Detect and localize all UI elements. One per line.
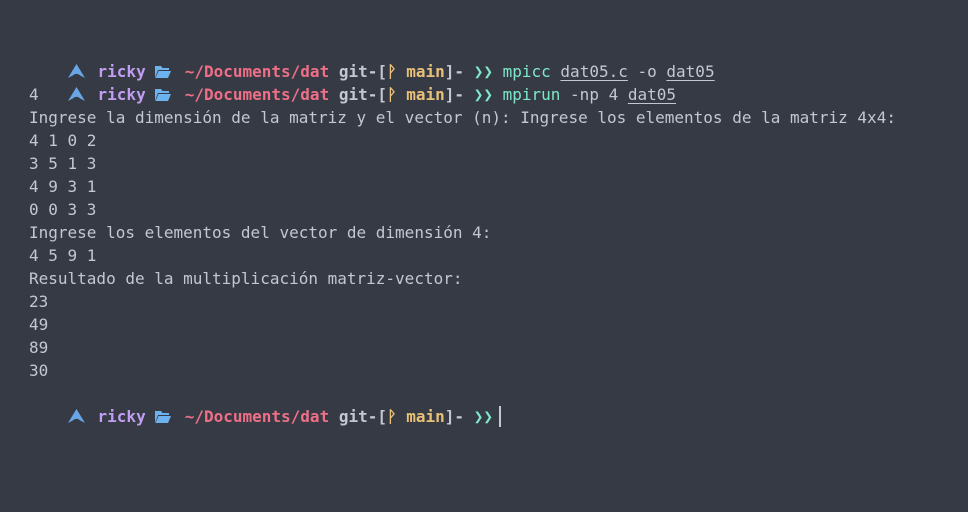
arch-linux-icon xyxy=(67,409,85,423)
git-branch-icon: ᚹ xyxy=(387,407,397,426)
command-arg: dat05 xyxy=(666,62,715,81)
prompt-chevron: ❯❯ xyxy=(473,62,493,81)
prompt-chevron: ❯❯ xyxy=(473,85,493,104)
output-line: Ingrese los elementos del vector de dime… xyxy=(29,223,492,242)
text-cursor[interactable] xyxy=(498,406,501,427)
command-arg: 4 xyxy=(608,85,619,104)
command-program: mpirun xyxy=(502,85,561,104)
git-prefix: git-[ xyxy=(338,62,388,81)
output-line: 0 0 3 3 xyxy=(29,200,97,219)
output-line: 3 5 1 3 xyxy=(29,154,97,173)
output-line: 49 xyxy=(29,315,49,334)
git-suffix: ]- xyxy=(444,62,465,81)
output-line: 4 1 0 2 xyxy=(29,131,97,150)
folder-open-icon xyxy=(154,411,171,423)
output-line: 30 xyxy=(29,361,49,380)
prompt-user: ricky xyxy=(97,407,146,426)
output-line: 4 5 9 1 xyxy=(29,246,97,265)
prompt-user: ricky xyxy=(97,85,146,104)
prompt-path: ~/Documents/dat xyxy=(184,407,330,426)
output-line: 23 xyxy=(29,292,49,311)
prompt-line: ricky ~/Documents/dat git-[ᚹ main]- ❯❯ m… xyxy=(29,37,968,81)
git-branch: main xyxy=(406,62,445,81)
arch-linux-icon xyxy=(67,64,85,78)
output-line: 4 9 3 1 xyxy=(29,177,97,196)
output-line: Resultado de la multiplicación matriz-ve… xyxy=(29,269,463,288)
command-arg: dat05.c xyxy=(560,62,628,81)
active-prompt-line[interactable]: ricky ~/Documents/dat git-[ᚹ main]- ❯❯ xyxy=(29,382,968,427)
prompt-user: ricky xyxy=(97,62,146,81)
output-line: 89 xyxy=(29,338,49,357)
command-arg: -np xyxy=(570,85,599,104)
command-arg: dat05 xyxy=(627,85,677,104)
git-suffix: ]- xyxy=(444,407,465,426)
prompt-chevron: ❯❯ xyxy=(473,407,493,426)
git-branch: main xyxy=(406,85,445,104)
git-branch-icon: ᚹ xyxy=(387,85,397,104)
git-branch: main xyxy=(406,407,445,426)
command-arg: -o xyxy=(637,62,657,81)
folder-open-icon xyxy=(154,66,171,78)
folder-open-icon xyxy=(154,89,171,101)
prompt-path: ~/Documents/dat xyxy=(184,85,330,104)
git-prefix: git-[ xyxy=(338,407,388,426)
terminal-window[interactable]: ricky ~/Documents/dat git-[ᚹ main]- ❯❯ m… xyxy=(0,0,968,512)
arch-linux-icon xyxy=(67,87,85,101)
prompt-path: ~/Documents/dat xyxy=(184,62,330,81)
git-branch-icon: ᚹ xyxy=(387,62,397,81)
git-suffix: ]- xyxy=(444,85,465,104)
output-line: Ingrese la dimensión de la matriz y el v… xyxy=(29,108,896,127)
git-prefix: git-[ xyxy=(338,85,388,104)
command-program: mpicc xyxy=(502,62,551,81)
